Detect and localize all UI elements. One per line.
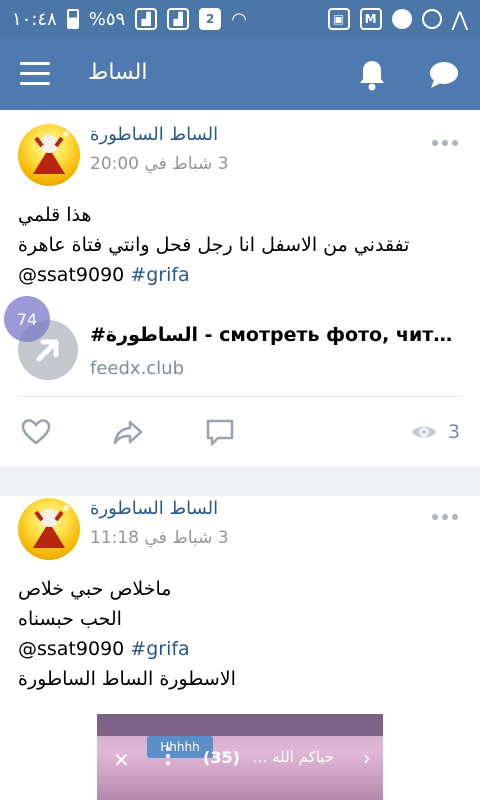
chevron-right-icon: › [363,746,371,770]
views-eye-icon [412,426,436,438]
dot-icon [442,514,448,520]
post-card: الساط الساطورة 3 شباط في 11:18 ماخلاص حب… [0,496,480,800]
dot-icon [452,514,458,520]
battery-icon [66,9,79,29]
hashtag-link[interactable]: #grifa [130,264,189,286]
dot-icon [432,140,438,146]
post-text-line: الاسطورة الساط الساطورة [18,668,236,690]
message-icon [391,9,412,29]
menu-line [20,82,50,85]
app-icon: ⋀ [451,7,468,31]
messages-icon[interactable] [428,60,460,90]
close-icon: ✕ [113,748,130,772]
views-count: 3 [448,421,461,443]
image-count: (35) [203,748,240,767]
status-right: ▣ M ⋀ [327,7,468,31]
post-text-line: ماخلاص حبي خلاص [18,578,172,600]
avatar[interactable] [18,124,80,186]
link-domain[interactable]: feedx.club [90,358,184,379]
post-author[interactable]: الساط الساطورة [90,124,218,145]
dot-icon [432,514,438,520]
mention-link[interactable]: @ssat9090 [18,264,124,286]
post-text-line: تفقدني من الاسفل انا رجل فحل وانتي فتاة … [18,234,410,256]
more-vertical-icon [166,747,170,765]
gmail-icon: M [359,8,382,30]
post-date: 3 شباط في 11:18 [90,528,229,548]
avatar-image [33,131,69,174]
notifications-icon[interactable] [356,58,388,92]
page-title: الساط [88,60,148,85]
avatar-image [33,505,69,548]
signal-icon: ▟ [135,8,158,30]
feed-separator [0,466,480,496]
post-tags: @ssat9090 #grifa [18,264,190,286]
post-card: الساط الساطورة 3 شباط في 20:00 هذا قلمي … [0,110,480,466]
post-text-line: الحب حبسناه [18,608,122,630]
status-left: ١٠:٤٨ %٥٩ ▟ ▟ 2 ◠ [12,8,247,30]
link-title[interactable]: #الساطورة - смотреть фото, читать посты [90,324,465,346]
signal2-icon: ▟ [167,8,190,30]
image-statusbar [97,714,383,736]
post-date: 3 شباط في 20:00 [90,154,229,174]
like-icon[interactable] [20,416,52,448]
hashtag-link[interactable]: #grifa [130,638,189,660]
divider [18,396,462,397]
post-author[interactable]: الساط الساطورة [90,498,218,519]
floating-badge[interactable]: 74 [4,296,50,342]
image-title: حياكم الله ... [253,748,335,766]
screenshot-icon: ▣ [327,8,350,30]
dot-icon [442,140,448,146]
post-more-button[interactable] [432,512,458,522]
vpn-icon [421,9,442,29]
status-time: ١٠:٤٨ [12,8,57,30]
menu-button[interactable] [20,62,50,86]
status-battery: %٥٩ [88,8,126,30]
share-icon[interactable] [112,416,144,448]
mention-link[interactable]: @ssat9090 [18,638,124,660]
comment-icon[interactable] [204,416,236,448]
avatar[interactable] [18,498,80,560]
menu-line [20,72,50,75]
sim-icon: 2 [199,8,222,30]
post-more-button[interactable] [432,138,458,148]
post-text-line: هذا قلمي [18,204,92,226]
menu-line [20,62,50,65]
dot-icon [452,140,458,146]
post-tags: @ssat9090 #grifa [18,638,190,660]
wifi-icon: ◠ [231,8,247,30]
status-bar: ١٠:٤٨ %٥٩ ▟ ▟ 2 ◠ ▣ M ⋀ [0,0,480,38]
post-image[interactable]: Hhhhh ✕ (35) حياكم الله ... › [97,714,383,800]
app-header: الساط [0,38,480,110]
